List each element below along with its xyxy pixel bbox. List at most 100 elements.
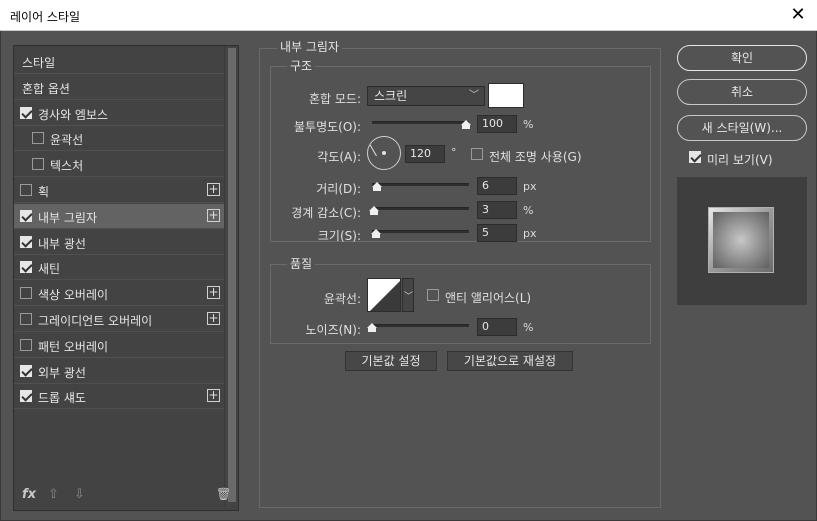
opacity-label: 불투명도(O):: [293, 120, 361, 134]
angle-dial-center: [382, 151, 386, 155]
style-list-item[interactable]: 외부 광선: [14, 359, 224, 384]
noise-unit: %: [523, 321, 534, 334]
contour-picker[interactable]: [367, 278, 401, 312]
angle-dial[interactable]: [367, 136, 401, 170]
trash-icon[interactable]: 🗑: [216, 487, 231, 501]
preview-thumbnail: [677, 177, 807, 305]
distance-slider-thumb[interactable]: [372, 182, 382, 191]
add-icon[interactable]: +: [207, 389, 220, 403]
opacity-slider-thumb[interactable]: [461, 120, 471, 129]
noise-slider[interactable]: [372, 324, 469, 327]
style-list-item[interactable]: 새틴: [14, 255, 224, 281]
angle-input[interactable]: 120: [405, 145, 445, 163]
noise-slider-thumb[interactable]: [367, 323, 377, 332]
size-slider[interactable]: [372, 230, 469, 233]
distance-input[interactable]: 6: [477, 177, 517, 195]
style-checkbox[interactable]: [20, 364, 32, 377]
style-list-item[interactable]: 내부 광선: [14, 230, 224, 255]
shadow-color-swatch[interactable]: [488, 83, 524, 108]
angle-unit: °: [451, 146, 457, 159]
style-list-item[interactable]: 혼합 옵션: [14, 75, 224, 100]
style-list-label: 드롭 섀도: [38, 391, 86, 406]
choke-slider[interactable]: [372, 207, 469, 210]
style-list-label: 패턴 오버레이: [38, 339, 109, 354]
style-checkbox[interactable]: [20, 184, 32, 196]
move-down-icon[interactable]: ⇩: [74, 487, 85, 502]
preview-checkbox[interactable]: [689, 151, 701, 163]
add-icon[interactable]: +: [207, 312, 220, 325]
global-light-checkbox[interactable]: [471, 148, 483, 160]
antialias-checkbox[interactable]: [427, 289, 439, 301]
scrollbar-thumb[interactable]: [228, 48, 236, 502]
style-list-item[interactable]: 텍스처: [14, 152, 224, 178]
distance-slider[interactable]: [372, 183, 469, 186]
size-label: 크기(S):: [317, 229, 361, 243]
preview-square-inner: [713, 212, 769, 268]
global-light-label[interactable]: 전체 조명 사용(G): [489, 148, 582, 165]
reset-default-button[interactable]: 기본값으로 재설정: [447, 351, 573, 371]
move-up-icon[interactable]: ⇧: [48, 487, 59, 502]
style-checkbox[interactable]: [32, 158, 44, 171]
style-checkbox[interactable]: [20, 287, 32, 300]
structure-title: 구조: [287, 57, 316, 74]
style-checkbox[interactable]: [20, 235, 32, 248]
style-list-item[interactable]: 윤곽선: [14, 126, 224, 152]
size-unit: px: [523, 227, 537, 240]
size-slider-thumb[interactable]: [371, 229, 381, 238]
choke-unit: %: [523, 204, 534, 217]
new-style-button[interactable]: 새 스타일(W)...: [677, 115, 807, 141]
fx-icon[interactable]: fx: [22, 487, 36, 502]
style-checkbox[interactable]: [20, 261, 32, 274]
chevron-down-icon: ﹀: [469, 90, 479, 101]
style-checkbox[interactable]: [32, 132, 44, 145]
style-checkbox[interactable]: [20, 313, 32, 325]
opacity-slider[interactable]: [372, 121, 469, 124]
distance-label: 거리(D):: [316, 182, 361, 196]
style-list-item[interactable]: 스타일: [14, 49, 224, 74]
style-list-label: 새틴: [38, 262, 61, 277]
opacity-unit: %: [523, 118, 534, 131]
choke-slider-thumb[interactable]: [369, 206, 379, 215]
noise-input[interactable]: 0: [477, 318, 517, 336]
style-list-label: 스타일: [22, 56, 56, 70]
style-list-item[interactable]: 드롭 섀도 +: [14, 384, 224, 410]
style-checkbox[interactable]: [20, 106, 32, 119]
style-list-scrollbar[interactable]: [224, 46, 238, 506]
inner-shadow-title: 내부 그림자: [277, 38, 343, 55]
style-list: 스타일혼합 옵션 경사와 엠보스윤곽선텍스처획 + 내부 그림자 + 내부 광선새틴색상 …: [13, 45, 239, 511]
style-list-label: 텍스처: [50, 159, 84, 174]
style-list-item[interactable]: 색상 오버레이 +: [14, 281, 224, 307]
cancel-button[interactable]: 취소: [677, 79, 807, 105]
angle-label: 각도(A):: [317, 150, 361, 164]
style-list-item[interactable]: 경사와 엠보스: [14, 101, 224, 126]
size-input[interactable]: 5: [477, 224, 517, 242]
blend-mode-select[interactable]: 스크린 ﹀: [367, 86, 485, 106]
add-icon[interactable]: +: [207, 286, 220, 300]
style-list-label: 내부 광선: [38, 236, 86, 251]
choke-input[interactable]: 3: [477, 201, 517, 219]
style-list-label: 그레이디언트 오버레이: [38, 314, 153, 328]
style-list-item[interactable]: 그레이디언트 오버레이 +: [14, 307, 224, 332]
add-icon[interactable]: +: [207, 183, 220, 196]
preview-square: [708, 207, 774, 273]
style-checkbox[interactable]: [20, 209, 32, 222]
style-list-item[interactable]: 획 +: [14, 178, 224, 203]
style-list-label: 윤곽선: [50, 133, 84, 148]
style-checkbox[interactable]: [20, 338, 32, 351]
preview-label[interactable]: 미리 보기(V): [707, 151, 773, 168]
contour-dropdown[interactable]: ﹀: [402, 278, 414, 312]
antialias-label[interactable]: 앤티 앨리어스(L): [445, 289, 531, 306]
add-icon[interactable]: +: [207, 208, 220, 222]
choke-label: 경계 감소(C):: [291, 206, 361, 220]
style-checkbox[interactable]: [20, 390, 32, 403]
contour-curve-icon: [370, 281, 400, 311]
make-default-button[interactable]: 기본값 설정: [345, 351, 437, 371]
opacity-input[interactable]: 100: [477, 115, 517, 133]
contour-label: 윤곽선:: [323, 292, 361, 306]
blend-mode-value: 스크린: [374, 89, 408, 103]
ok-button[interactable]: 확인: [677, 45, 807, 71]
quality-title: 품질: [287, 255, 316, 272]
style-list-item[interactable]: 패턴 오버레이: [14, 333, 224, 358]
close-icon[interactable]: ✕: [787, 4, 809, 26]
style-list-item[interactable]: 내부 그림자 +: [14, 203, 224, 229]
